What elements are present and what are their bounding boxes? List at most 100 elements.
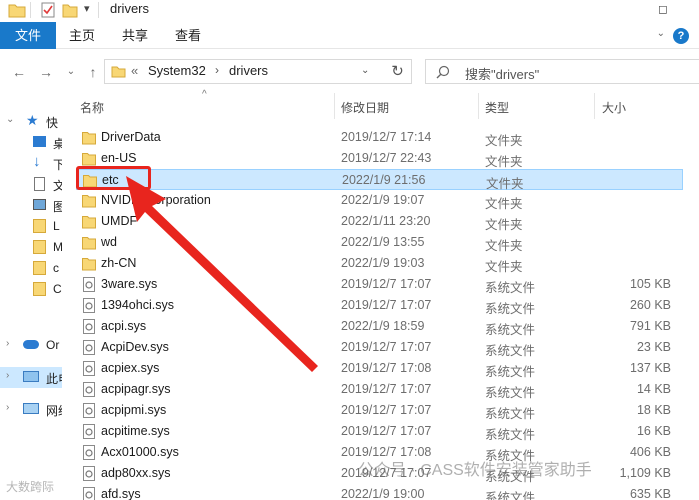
column-type[interactable]: 类型 (485, 99, 509, 116)
file-row[interactable]: AcpiDev.sys 2019/12/7 17:07 系统文件 23 KB (76, 337, 683, 358)
file-row[interactable]: acpitime.sys 2019/12/7 17:07 系统文件 16 KB (76, 421, 683, 442)
tab-view[interactable]: 查看 (170, 22, 206, 49)
properties-icon[interactable] (40, 2, 56, 18)
file-modified-date: 2022/1/9 13:55 (341, 235, 425, 249)
tab-file[interactable]: 文件 (0, 22, 56, 49)
cloud-icon (23, 340, 39, 349)
recent-locations-chevron-icon[interactable]: ⌄ (62, 63, 80, 81)
file-type: 系统文件 (485, 428, 536, 442)
file-modified-date: 2019/12/7 17:07 (341, 298, 432, 312)
nav-label: Or (46, 338, 60, 352)
folder-icon (82, 132, 96, 145)
chevron-right-icon[interactable]: › (6, 370, 9, 381)
nav-folder-c2[interactable]: C (0, 279, 62, 300)
nav-desktop[interactable]: 桌 (0, 132, 62, 153)
chevron-down-icon[interactable]: ⌄ (6, 114, 14, 125)
column-divider[interactable] (594, 93, 595, 119)
file-name: acpiex.sys (101, 361, 160, 375)
search-input[interactable]: 搜索"drivers" (465, 64, 539, 83)
file-row[interactable]: en-US 2019/12/7 22:43 文件夹 (76, 148, 683, 169)
address-dropdown-icon[interactable]: ⌄ (361, 65, 369, 76)
file-name: AcpiDev.sys (101, 340, 169, 354)
file-row[interactable]: DriverData 2019/12/7 17:14 文件夹 (76, 127, 683, 148)
refresh-icon[interactable]: ↻ (384, 59, 412, 84)
system-file-icon (83, 445, 95, 460)
file-row[interactable]: UMDF 2022/1/11 23:20 文件夹 (76, 211, 683, 232)
chevron-right-icon[interactable]: › (6, 402, 9, 413)
file-type: 文件夹 (485, 260, 523, 274)
window-title: drivers (110, 1, 150, 16)
column-name[interactable]: 名称 (80, 99, 104, 116)
file-modified-date: 2019/12/7 17:07 (341, 403, 432, 417)
restore-icon[interactable]: ◻ (658, 2, 668, 16)
folder-icon (33, 240, 46, 254)
file-row[interactable]: afd.sys 2022/1/9 19:00 系统文件 635 KB (76, 484, 683, 500)
nav-label: 图 (53, 200, 62, 214)
file-row[interactable]: zh-CN 2022/1/9 19:03 文件夹 (76, 253, 683, 274)
file-type: 文件夹 (485, 218, 523, 232)
file-size: 14 KB (636, 382, 671, 396)
file-row[interactable]: acpipmi.sys 2019/12/7 17:07 系统文件 18 KB (76, 400, 683, 421)
tab-home[interactable]: 主页 (64, 22, 100, 49)
nav-downloads[interactable]: ↓ 下 (0, 153, 62, 174)
file-type: 文件夹 (485, 134, 523, 148)
file-type: 文件夹 (485, 197, 523, 211)
file-size: 406 KB (629, 445, 671, 459)
file-row[interactable]: NVIDIA Corporation 2022/1/9 19:07 文件夹 (76, 190, 683, 211)
customize-qa-dropdown-icon[interactable]: ▾ (84, 2, 90, 15)
file-type: 系统文件 (485, 281, 536, 295)
address-overflow[interactable]: « (131, 63, 138, 78)
file-row[interactable]: acpi.sys 2022/1/9 18:59 系统文件 791 KB (76, 316, 683, 337)
chevron-right-icon[interactable]: › (6, 338, 9, 349)
file-row[interactable]: 3ware.sys 2019/12/7 17:07 系统文件 105 KB (76, 274, 683, 295)
column-date[interactable]: 修改日期 (341, 99, 389, 116)
expand-ribbon-icon[interactable]: ⌄ (657, 28, 665, 39)
nav-quick-access[interactable]: ⌄ ★ 快 (0, 111, 62, 132)
column-divider[interactable] (334, 93, 335, 119)
annotation-highlight-box (76, 166, 151, 190)
nav-label: 此电 (46, 372, 62, 386)
ribbon-tabs: 文件 主页 共享 查看 ⌄ ? (0, 22, 699, 49)
up-arrow-icon[interactable]: ↑ (84, 63, 102, 81)
breadcrumb-drivers[interactable]: drivers (229, 63, 268, 78)
folder-icon (33, 261, 46, 275)
file-name: Acx01000.sys (101, 445, 179, 459)
file-row[interactable]: etc 2022/1/9 21:56 文件夹 (76, 169, 683, 191)
forward-arrow-icon[interactable]: → (37, 63, 55, 81)
file-modified-date: 2022/1/9 19:03 (341, 256, 425, 270)
tab-share[interactable]: 共享 (117, 22, 153, 49)
nav-folder-c[interactable]: c (0, 258, 62, 279)
nav-label: L (53, 219, 60, 233)
file-size: 18 KB (636, 403, 671, 417)
folder-icon[interactable] (8, 2, 26, 18)
column-size[interactable]: 大小 (602, 99, 626, 116)
nav-folder-l[interactable]: L (0, 216, 62, 237)
system-file-icon (83, 466, 95, 481)
star-icon: ★ (26, 112, 39, 128)
file-row[interactable]: wd 2022/1/9 13:55 文件夹 (76, 232, 683, 253)
chevron-right-icon[interactable]: › (215, 63, 219, 77)
new-folder-icon[interactable] (62, 2, 78, 18)
file-size: 16 KB (636, 424, 671, 438)
nav-label: M (53, 240, 62, 254)
column-headers: ^ 名称 修改日期 类型 大小 (64, 89, 699, 119)
nav-network[interactable]: › 网络 (0, 399, 62, 420)
file-name: NVIDIA Corporation (101, 193, 211, 207)
folder-icon (82, 195, 96, 208)
file-row[interactable]: acpipagr.sys 2019/12/7 17:07 系统文件 14 KB (76, 379, 683, 400)
file-row[interactable]: 1394ohci.sys 2019/12/7 17:07 系统文件 260 KB (76, 295, 683, 316)
nav-pictures[interactable]: 图 (0, 195, 62, 216)
back-arrow-icon[interactable]: ← (10, 63, 28, 81)
nav-this-pc[interactable]: › 此电 (0, 367, 62, 388)
column-divider[interactable] (478, 93, 479, 119)
system-file-icon (83, 340, 95, 355)
nav-documents[interactable]: 文 (0, 174, 62, 195)
sort-chevron-icon: ^ (202, 89, 207, 100)
search-box[interactable]: 搜索"drivers" (425, 59, 699, 84)
file-row[interactable]: acpiex.sys 2019/12/7 17:08 系统文件 137 KB (76, 358, 683, 379)
nav-onedrive[interactable]: › Or (0, 335, 62, 356)
picture-icon (33, 199, 46, 210)
nav-folder-m[interactable]: M (0, 237, 62, 258)
breadcrumb-system32[interactable]: System32 (148, 63, 206, 78)
help-icon[interactable]: ? (673, 28, 689, 44)
